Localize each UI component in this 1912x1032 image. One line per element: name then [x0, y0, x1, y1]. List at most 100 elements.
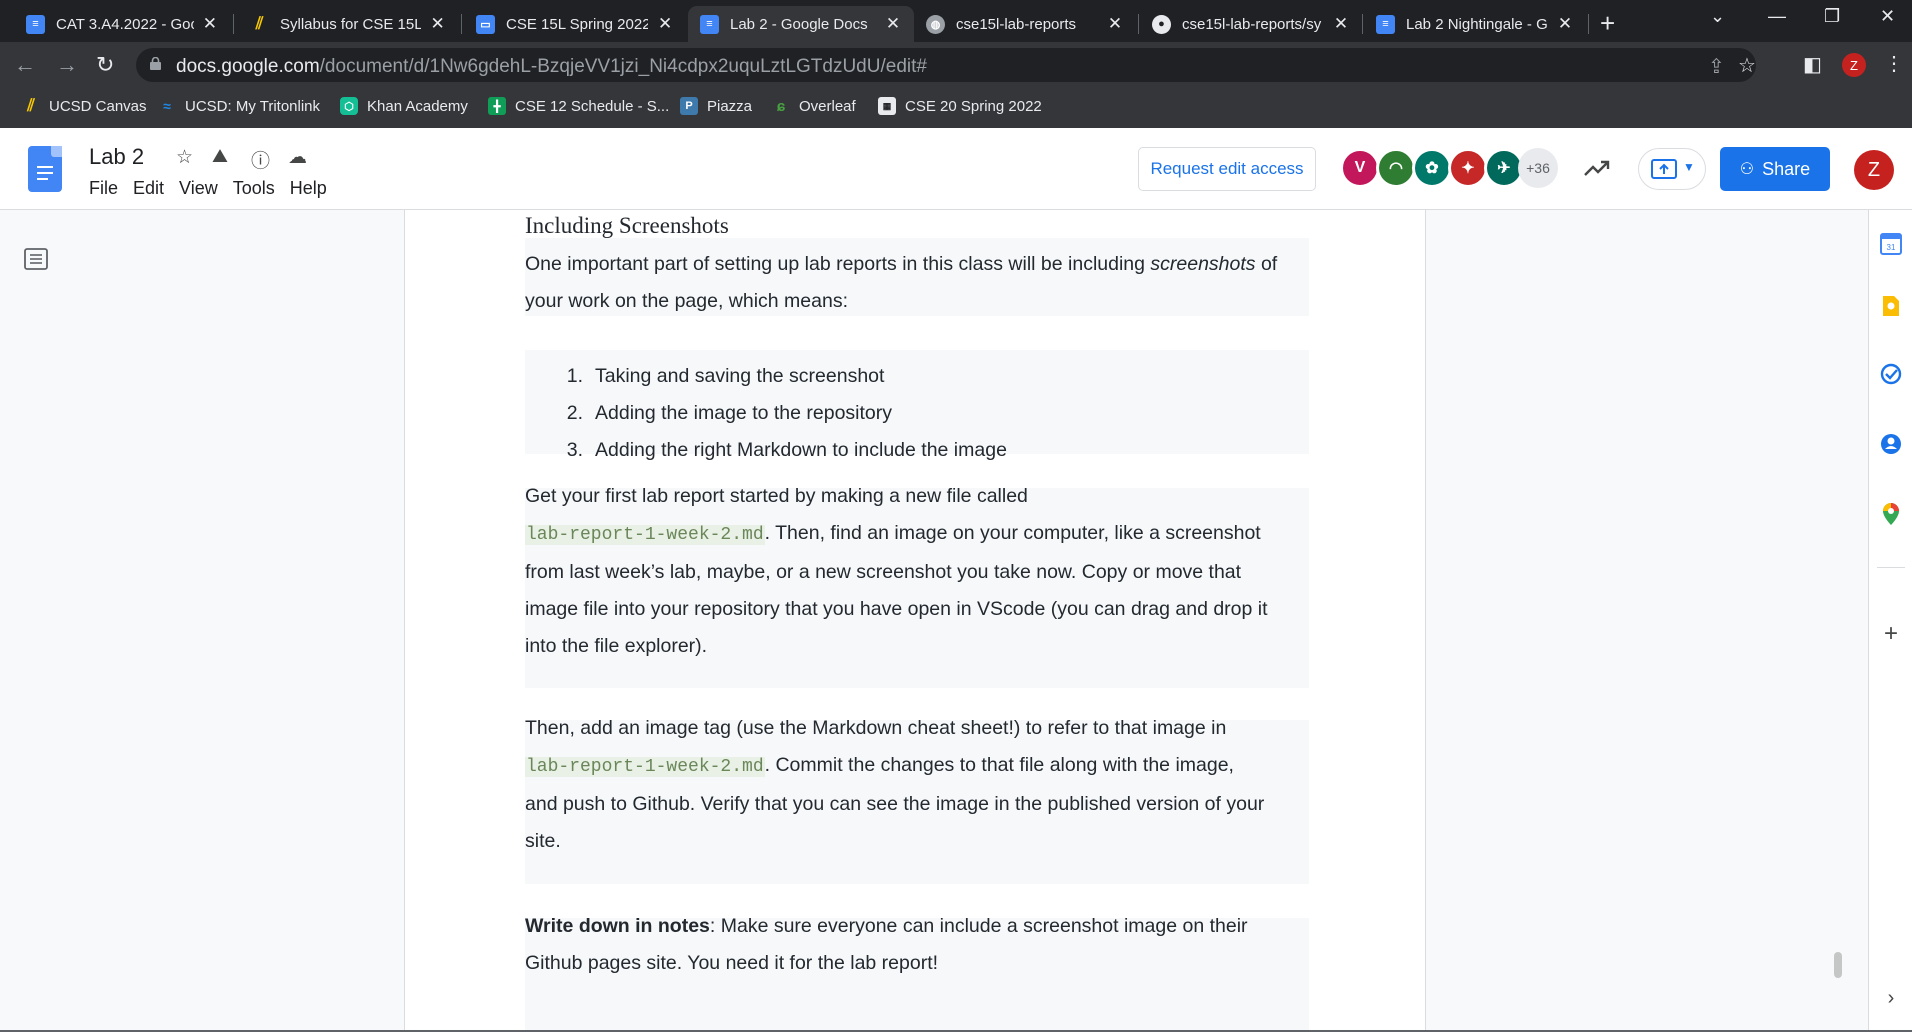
more-viewers-count[interactable]: +36 [1518, 148, 1558, 188]
bookmark-label: Overleaf [799, 97, 856, 115]
close-icon[interactable]: ✕ [884, 14, 902, 34]
intro-line-1: One important part of setting up lab rep… [525, 246, 1309, 283]
close-icon[interactable]: ✕ [1556, 14, 1574, 34]
viewer-avatar[interactable]: ✦ [1448, 148, 1488, 188]
viewer-avatar[interactable]: V [1340, 148, 1380, 188]
close-icon[interactable]: ✕ [1106, 14, 1124, 34]
bookmark-star-icon[interactable]: ☆ [1738, 53, 1756, 78]
url-host: docs.google.com [176, 56, 320, 77]
docs-icon: ≡ [700, 14, 719, 34]
tasks-icon[interactable] [1879, 362, 1903, 386]
lock-person-icon: ⚇ [1739, 161, 1755, 178]
expand-icon[interactable]: › [1879, 986, 1903, 1010]
document-page[interactable]: Including Screenshots One important part… [404, 210, 1426, 1032]
star-icon[interactable]: ☆ [176, 146, 193, 169]
menu-tools[interactable]: Tools [233, 178, 275, 199]
tab-search-icon[interactable]: ⌄ [1710, 6, 1725, 27]
menu-view[interactable]: View [179, 178, 218, 199]
list-text: Adding the right Markdown to include the… [595, 439, 1007, 461]
bookmark-khan-academy[interactable]: ⬡ Khan Academy [340, 97, 468, 115]
new-tab-button[interactable]: + [1600, 8, 1615, 39]
docs-header: Lab 2 ☆ ⛰ ⓘ ☁ File Edit View Tools Help … [0, 128, 1912, 210]
tab-separator [1138, 14, 1139, 34]
globe-icon: ◍ [926, 14, 945, 34]
paragraph-line: into the file explorer). [525, 635, 708, 657]
close-icon[interactable]: ✕ [656, 14, 674, 34]
tab-title: Syllabus for CSE 15L - [280, 15, 422, 33]
account-initial: Z [1867, 158, 1881, 181]
bookmark-cse12-schedule[interactable]: ╋ CSE 12 Schedule - S... [488, 97, 669, 115]
tab-cse15l[interactable]: ▭ CSE 15L Spring 2022 ✕ [464, 6, 686, 42]
khan-icon: ⬡ [340, 97, 358, 115]
menu-help[interactable]: Help [290, 178, 327, 199]
close-icon[interactable]: ✕ [429, 14, 446, 34]
back-icon[interactable]: ← [14, 52, 36, 78]
forward-icon[interactable]: → [56, 52, 78, 78]
bookmark-overleaf[interactable]: ɕ Overleaf [772, 97, 856, 115]
document-title[interactable]: Lab 2 [89, 144, 144, 170]
scrollbar-thumb[interactable] [1834, 952, 1842, 978]
document-outline-icon[interactable] [24, 248, 48, 270]
avatar-glyph: ✿ [1425, 160, 1439, 177]
bookmark-piazza[interactable]: P Piazza [680, 97, 752, 115]
bookmark-tritonlink[interactable]: ≈ UCSD: My Tritonlink [158, 97, 320, 115]
tab-title: CSE 15L Spring 2022 [506, 15, 649, 33]
tab-cat[interactable]: ≡ CAT 3.A4.2022 - Goog ✕ [14, 6, 230, 42]
request-edit-access-button[interactable]: Request edit access [1138, 147, 1316, 191]
close-icon[interactable]: ✕ [1332, 14, 1350, 34]
tab-github[interactable]: ● cse15l-lab-reports/sy ✕ [1140, 6, 1362, 42]
contacts-icon[interactable] [1879, 432, 1903, 456]
url-path: /document/d/1Nw6gdehL-BzqjeVV1jzi_Ni4cdp… [319, 56, 927, 77]
tab-nightingale[interactable]: ≡ Lab 2 Nightingale - G ✕ [1364, 6, 1586, 42]
url-text: docs.google.com/document/d/1Nw6gdehL-Bzq… [176, 56, 927, 78]
paragraph-line: Then, add an image tag (use the Markdown… [525, 717, 1227, 739]
bookmark-cse20[interactable]: ▦ CSE 20 Spring 2022 [878, 97, 1042, 115]
info-icon[interactable]: ⓘ [251, 146, 270, 173]
close-window-icon[interactable]: ✕ [1880, 6, 1895, 27]
tab-lab-reports[interactable]: ◍ cse15l-lab-reports ✕ [914, 6, 1136, 42]
activity-dashboard-icon[interactable] [1583, 154, 1611, 182]
share-button[interactable]: ⚇ Share [1720, 147, 1830, 191]
profile-initial: Z [1850, 57, 1858, 73]
viewer-avatar[interactable]: ✿ [1412, 148, 1452, 188]
paragraph-line: site. [525, 830, 561, 852]
tab-lab2-active[interactable]: ≡ Lab 2 - Google Docs ✕ [688, 6, 914, 42]
menu-edit[interactable]: Edit [133, 178, 164, 199]
tab-title: Lab 2 Nightingale - G [1406, 15, 1548, 33]
present-button[interactable]: ▼ [1638, 148, 1706, 190]
add-icon[interactable]: + [1879, 620, 1903, 647]
account-avatar[interactable]: Z [1854, 150, 1894, 190]
restore-icon[interactable]: ❐ [1824, 6, 1840, 27]
profile-avatar[interactable]: Z [1842, 53, 1866, 77]
github-icon: ● [1152, 14, 1171, 34]
share-page-icon[interactable]: ⇪ [1708, 54, 1725, 79]
bookmark-ucsd-canvas[interactable]: ⫽ UCSD Canvas [22, 96, 146, 115]
viewer-avatar[interactable]: ◠ [1376, 148, 1416, 188]
tab-syllabus[interactable]: ⫽ Syllabus for CSE 15L - ✕ [238, 6, 458, 42]
bookmark-label: CSE 20 Spring 2022 [905, 97, 1042, 115]
docs-logo-icon[interactable] [28, 146, 62, 192]
intro-paragraph: One important part of setting up lab rep… [525, 246, 1309, 320]
maps-icon[interactable] [1879, 502, 1903, 526]
lock-icon [150, 57, 161, 70]
move-to-drive-icon[interactable]: ⛰ [212, 146, 228, 168]
calendar-icon[interactable]: 31 [1879, 232, 1903, 256]
menu-file[interactable]: File [89, 178, 118, 199]
keep-icon[interactable] [1879, 294, 1903, 318]
tab-separator [1362, 14, 1363, 34]
side-panel-icon[interactable]: ◧ [1803, 52, 1822, 77]
reload-icon[interactable]: ↻ [96, 52, 114, 78]
more-menu-icon[interactable]: ⋮ [1884, 51, 1904, 76]
close-icon[interactable]: ✕ [202, 14, 218, 34]
minimize-icon[interactable]: — [1768, 6, 1786, 27]
paragraph-image-tag: Then, add an image tag (use the Markdown… [525, 710, 1309, 860]
list-number: 1. [566, 365, 583, 387]
panel-divider [1877, 567, 1905, 568]
address-bar[interactable]: docs.google.com/document/d/1Nw6gdehL-Bzq… [136, 48, 1756, 82]
document-workspace: Including Screenshots One important part… [0, 210, 1868, 1032]
cloud-status-icon[interactable]: ☁ [288, 146, 307, 169]
menu-bar: File Edit View Tools Help [89, 178, 342, 199]
paragraph-text: . Commit the changes to that file along … [764, 754, 1234, 776]
tab-separator [461, 14, 462, 34]
paragraph-text: . Then, find an image on your computer, … [764, 522, 1261, 544]
